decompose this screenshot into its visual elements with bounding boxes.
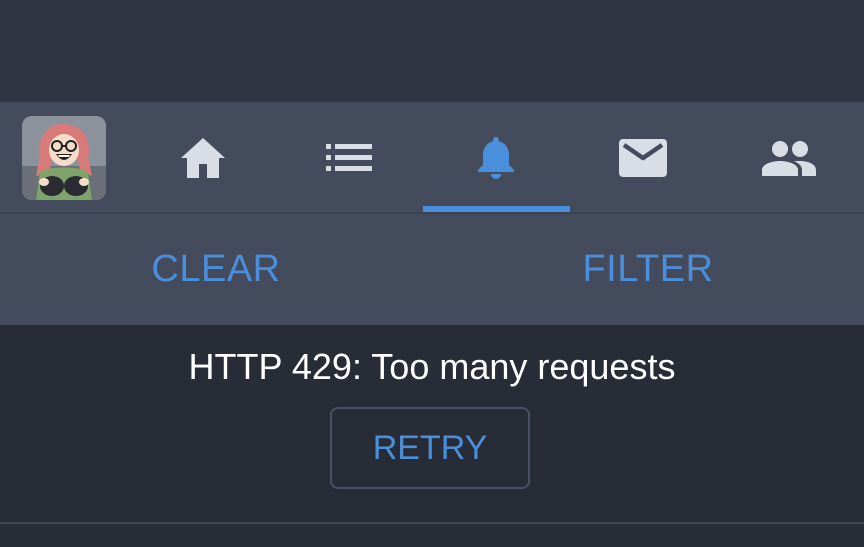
list-icon [326,144,372,171]
error-message: HTTP 429: Too many requests [188,346,676,387]
filter-button[interactable]: FILTER [432,214,864,325]
retry-button[interactable]: RETRY [330,407,530,489]
status-bar-area [0,0,864,102]
people-icon [762,141,816,176]
user-avatar[interactable] [22,116,106,200]
avatar-illustration [22,116,106,200]
tab-notifications[interactable] [423,116,569,200]
tab-home[interactable] [130,116,276,200]
envelope-icon [619,139,667,177]
content-divider [0,522,864,524]
tab-lists[interactable] [276,116,422,200]
home-icon [181,138,225,178]
clear-button[interactable]: CLEAR [0,214,432,325]
bell-icon [478,137,514,179]
notifications-action-bar: CLEAR FILTER [0,214,864,325]
active-tab-indicator [423,206,570,212]
tab-people[interactable] [716,116,862,200]
tab-messages[interactable] [570,116,716,200]
